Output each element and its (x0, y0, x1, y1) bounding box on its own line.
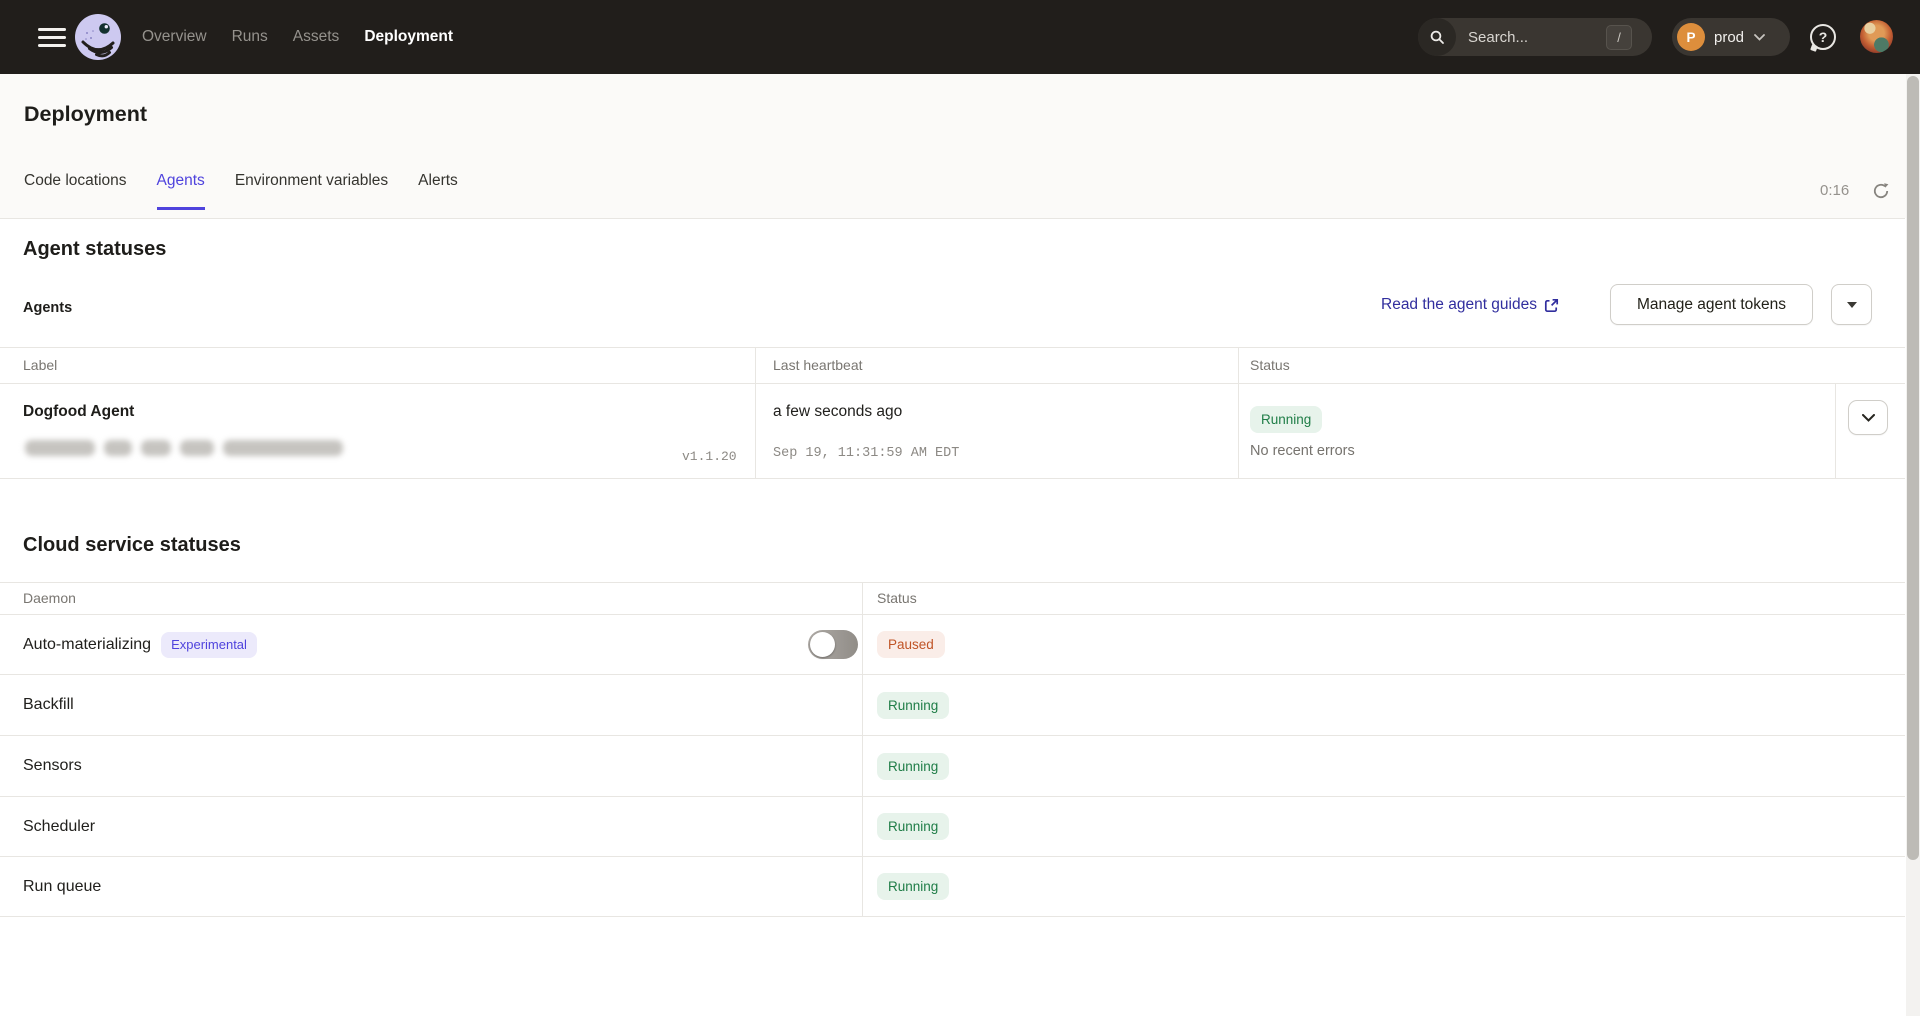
search-input[interactable]: Search... / (1418, 18, 1652, 56)
tabs-divider (0, 218, 1905, 219)
agent-statuses-heading: Agent statuses (23, 238, 166, 261)
col-header-daemon: Daemon (23, 590, 76, 606)
agents-row-border (0, 478, 1905, 479)
org-name: prod (1714, 29, 1744, 46)
daemon-name: Sensors (23, 757, 82, 775)
dagster-logo-icon[interactable] (75, 14, 121, 60)
org-initial-badge: P (1677, 23, 1705, 51)
daemon-row-run-queue: Run queue Running (0, 857, 1905, 917)
search-icon (1418, 18, 1456, 56)
top-nav: Overview Runs Assets Deployment Search..… (0, 0, 1920, 74)
org-switcher[interactable]: P prod (1672, 18, 1790, 56)
col-header-label: Label (23, 357, 57, 373)
dagster-deployment-page: Overview Runs Assets Deployment Search..… (0, 0, 1920, 1016)
daemon-name: Run queue (23, 878, 101, 896)
agent-actions-dropdown-button[interactable] (1831, 284, 1872, 325)
chevron-down-icon (1862, 414, 1875, 422)
search-shortcut-key: / (1606, 25, 1632, 50)
caret-down-icon (1847, 302, 1857, 308)
tab-agents[interactable]: Agents (157, 172, 205, 210)
col-header-status: Status (1250, 357, 1290, 373)
deployment-tabs: Code locations Agents Environment variab… (24, 172, 458, 210)
nav-item-assets[interactable]: Assets (293, 28, 340, 46)
toggle-knob (810, 632, 835, 657)
primary-nav: Overview Runs Assets Deployment (142, 0, 453, 74)
agent-guides-link[interactable]: Read the agent guides (1381, 296, 1559, 314)
daemon-row-auto-materializing: Auto-materializing Experimental Paused (0, 615, 1905, 675)
nav-item-deployment[interactable]: Deployment (364, 28, 453, 46)
status-badge: Running (877, 873, 949, 900)
col-header-status: Status (877, 590, 917, 606)
agent-status-detail: No recent errors (1250, 443, 1355, 459)
user-avatar[interactable] (1860, 20, 1893, 53)
agent-version: v1.1.20 (682, 449, 737, 464)
agents-subheading: Agents (23, 300, 72, 316)
nav-item-overview[interactable]: Overview (142, 28, 207, 46)
agents-header-border (0, 383, 1905, 384)
cloud-table-top-border (0, 582, 1905, 583)
daemon-row-backfill: Backfill Running (0, 675, 1905, 736)
tab-environment-variables[interactable]: Environment variables (235, 172, 388, 210)
heartbeat-timestamp: Sep 19, 11:31:59 AM EDT (773, 446, 959, 461)
chevron-down-icon (1754, 34, 1765, 41)
manage-agent-tokens-button[interactable]: Manage agent tokens (1610, 284, 1813, 325)
daemon-row-sensors: Sensors Running (0, 736, 1905, 797)
auto-materializing-toggle[interactable] (808, 630, 858, 659)
daemon-row-scheduler: Scheduler Running (0, 797, 1905, 857)
column-divider (1835, 383, 1836, 478)
status-badge: Running (877, 753, 949, 780)
agent-status-badge: Running (1250, 406, 1322, 433)
heartbeat-relative: a few seconds ago (773, 403, 902, 421)
menu-icon[interactable] (38, 28, 66, 48)
refresh-icon[interactable] (1872, 182, 1890, 200)
help-button[interactable]: ? (1810, 24, 1836, 50)
status-badge: Running (877, 692, 949, 719)
search-placeholder: Search... (1468, 29, 1606, 46)
menu-bar (38, 28, 66, 31)
scrollbar-thumb[interactable] (1907, 76, 1919, 860)
daemon-name: Backfill (23, 696, 74, 714)
page-title: Deployment (24, 102, 147, 127)
agent-name[interactable]: Dogfood Agent (23, 403, 134, 421)
refresh-countdown: 0:16 (1820, 182, 1849, 199)
tab-code-locations[interactable]: Code locations (24, 172, 127, 210)
col-header-last-heartbeat: Last heartbeat (773, 357, 863, 373)
nav-item-runs[interactable]: Runs (232, 28, 268, 46)
status-badge: Running (877, 813, 949, 840)
cloud-statuses-heading: Cloud service statuses (23, 534, 241, 557)
tab-alerts[interactable]: Alerts (418, 172, 458, 210)
daemon-name: Scheduler (23, 818, 95, 836)
help-glyph: ? (1819, 29, 1828, 45)
column-divider (755, 347, 756, 478)
experimental-badge: Experimental (161, 632, 257, 658)
external-link-icon (1544, 298, 1559, 313)
daemon-name: Auto-materializing (23, 636, 151, 654)
agent-id-redacted (25, 440, 343, 456)
agent-guides-link-label: Read the agent guides (1381, 296, 1537, 314)
column-divider (1238, 347, 1239, 478)
menu-bar (38, 36, 66, 39)
agents-table-top-border (0, 347, 1905, 348)
agent-row-expand-button[interactable] (1848, 400, 1888, 435)
menu-bar (38, 44, 66, 47)
status-badge: Paused (877, 631, 945, 658)
